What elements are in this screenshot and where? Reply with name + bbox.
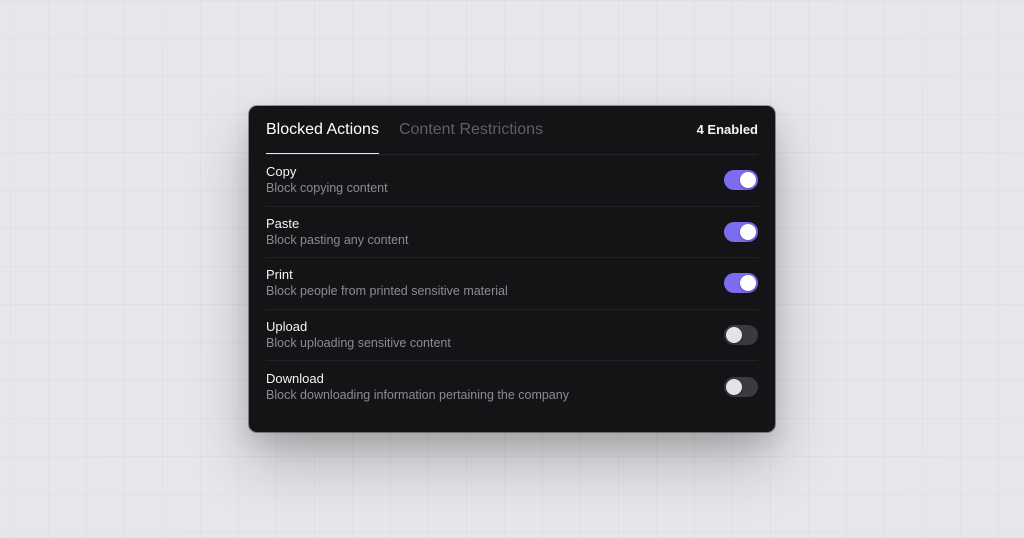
action-description: Block pasting any content — [266, 232, 409, 247]
paste-toggle[interactable] — [724, 221, 758, 242]
tab-content-restrictions[interactable]: Content Restrictions — [399, 106, 543, 153]
tab-blocked-actions[interactable]: Blocked Actions — [266, 106, 379, 154]
print-toggle[interactable] — [724, 273, 758, 294]
action-description: Block copying content — [266, 181, 388, 196]
action-description: Block people from printed sensitive mate… — [266, 284, 508, 299]
action-description: Block uploading sensitive content — [266, 336, 451, 351]
action-title: Download — [266, 371, 324, 387]
blocked-actions-panel: Blocked Actions Content Restrictions 4 E… — [249, 106, 775, 432]
action-row-print: Print Block people from printed sensitiv… — [266, 258, 758, 310]
toggle-knob — [740, 223, 756, 240]
upload-toggle[interactable] — [724, 325, 758, 346]
action-row-upload: Upload Block uploading sensitive content — [266, 310, 758, 362]
tabs-header: Blocked Actions Content Restrictions 4 E… — [266, 106, 758, 155]
enabled-count-badge: 4 Enabled — [696, 122, 758, 137]
action-title: Print — [266, 267, 293, 283]
toggle-knob — [740, 172, 756, 189]
toggle-knob — [726, 327, 742, 344]
action-title: Copy — [266, 164, 297, 180]
action-row-paste: Paste Block pasting any content — [266, 207, 758, 259]
action-row-copy: Copy Block copying content — [266, 155, 758, 207]
toggle-knob — [726, 379, 742, 396]
actions-list: Copy Block copying content Paste Block p… — [266, 155, 758, 413]
action-title: Paste — [266, 215, 300, 231]
copy-toggle[interactable] — [724, 170, 758, 191]
action-description: Block downloading information pertaining… — [266, 388, 569, 403]
action-title: Upload — [266, 319, 308, 335]
action-row-download: Download Block downloading information p… — [266, 361, 758, 413]
download-toggle[interactable] — [724, 377, 758, 398]
toggle-knob — [740, 275, 756, 292]
